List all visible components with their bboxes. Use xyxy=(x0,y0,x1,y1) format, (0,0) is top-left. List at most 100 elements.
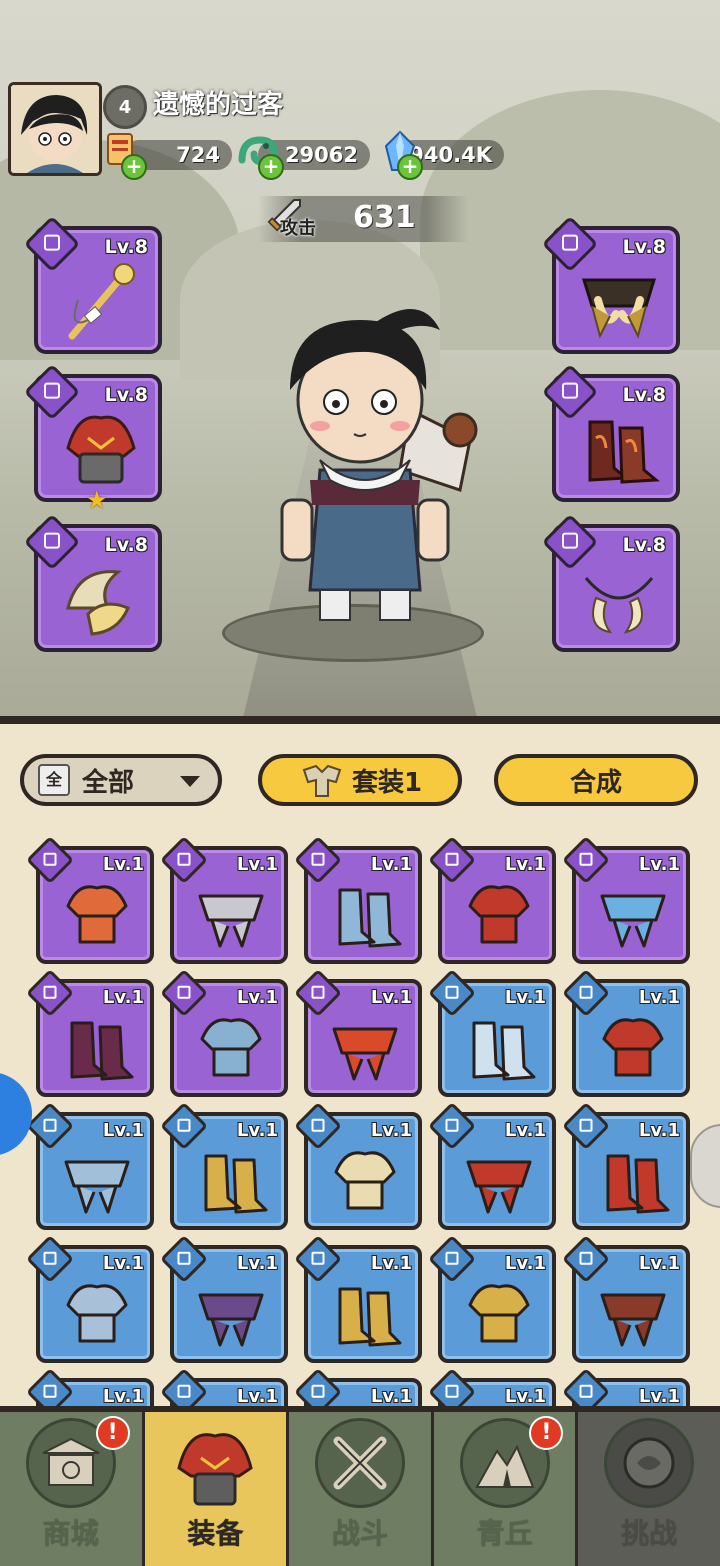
item-level: Lv.1 xyxy=(638,1386,680,1407)
flame-boots-icon xyxy=(588,420,660,484)
bottom-navigation: 商城 ! 装备 战斗 青丘 ! 挑战 xyxy=(0,1406,720,1566)
add-crystal-button[interactable]: + xyxy=(397,154,423,180)
equip-slot-shoulder[interactable]: Lv.8 xyxy=(23,513,162,652)
flame-helmet-icon xyxy=(602,1018,664,1077)
item-level: Lv.1 xyxy=(370,854,412,875)
inventory-item[interactable]: Lv.1 xyxy=(293,968,422,1097)
item-level: Lv.1 xyxy=(504,1120,546,1141)
tab-equipment[interactable]: 装备 xyxy=(144,1412,290,1566)
equip-slot-belt[interactable]: Lv.8 xyxy=(541,215,680,354)
inventory-item[interactable]: Lv.1 xyxy=(293,1234,422,1363)
fang-necklace-icon xyxy=(584,577,654,634)
inventory-item[interactable]: Lv.1 xyxy=(561,1101,690,1230)
attack-label: 攻击 xyxy=(280,218,316,239)
star-icon: ★ xyxy=(86,486,108,514)
add-coupon-button[interactable]: + xyxy=(121,154,147,180)
item-level: Lv.1 xyxy=(102,987,144,1008)
alert-badge: ! xyxy=(95,1416,130,1450)
inventory-item[interactable]: Lv.1 xyxy=(293,1101,422,1230)
slot-level: Lv.8 xyxy=(622,236,666,258)
hero-character xyxy=(280,308,478,621)
inventory-item[interactable]: Lv.1 xyxy=(25,968,154,1097)
item-level: Lv.1 xyxy=(370,1253,412,1274)
item-level: Lv.1 xyxy=(370,1386,412,1407)
ice-pauldron-icon xyxy=(600,894,666,948)
item-level: Lv.1 xyxy=(370,987,412,1008)
tab-label: 装备 xyxy=(187,1517,244,1550)
player-avatar[interactable] xyxy=(8,82,102,176)
dark-pauldron-icon xyxy=(70,1021,134,1081)
inventory-item[interactable]: Lv.1 xyxy=(25,1101,154,1230)
chevron-down-icon xyxy=(180,776,200,787)
merge-label: 合成 xyxy=(569,767,622,798)
inventory-item[interactable]: Lv.1 xyxy=(25,835,154,964)
ice-helmet-icon xyxy=(338,888,402,948)
item-level: Lv.1 xyxy=(102,1253,144,1274)
equip-slot-helmet[interactable]: Lv.8 ★ xyxy=(23,363,162,514)
crossed-swords-icon xyxy=(314,1418,405,1508)
inventory-item[interactable]: Lv.1 xyxy=(561,1234,690,1363)
tab-label: 商城 xyxy=(42,1517,99,1550)
helmet-icon xyxy=(173,1424,257,1508)
tab-challenge[interactable]: 挑战 xyxy=(578,1412,720,1566)
filter-dropdown[interactable]: 全 全部 xyxy=(20,754,222,806)
inventory-item[interactable]: Lv.1 xyxy=(427,1234,556,1363)
tab-battle[interactable]: 战斗 xyxy=(289,1412,434,1566)
golden-staff-icon xyxy=(68,263,135,340)
stone-hammer-icon xyxy=(198,894,264,948)
flame-belt-icon xyxy=(606,1154,670,1214)
flame-belt-icon xyxy=(466,1160,532,1214)
filter-label: 全部 xyxy=(82,767,135,798)
slot-level: Lv.8 xyxy=(622,384,666,406)
tab-shop[interactable]: 商城 ! xyxy=(0,1412,145,1566)
inventory-item[interactable]: Lv.1 xyxy=(159,968,288,1097)
locked-orb-icon xyxy=(604,1418,695,1508)
ice-belt-icon xyxy=(66,1284,128,1343)
inventory-item[interactable]: Lv.1 xyxy=(427,835,556,964)
item-level: Lv.1 xyxy=(504,1386,546,1407)
equip-slot-boots[interactable]: Lv.8 xyxy=(541,363,680,502)
horn-belt-icon xyxy=(468,1284,530,1343)
equip-slot-necklace[interactable]: Lv.8 xyxy=(541,513,680,652)
tab-qingqiu[interactable]: 青丘 ! xyxy=(434,1412,579,1566)
equip-slot-weapon[interactable]: Lv.8 xyxy=(23,215,162,354)
ice-helmet-icon xyxy=(64,1160,130,1214)
item-level: Lv.1 xyxy=(102,854,144,875)
inventory-item[interactable]: Lv.1 xyxy=(25,1234,154,1363)
inventory-item[interactable]: Lv.1 xyxy=(293,835,422,964)
flame-staff-icon xyxy=(66,885,128,944)
item-level: Lv.1 xyxy=(638,854,680,875)
inventory-item[interactable]: Lv.1 xyxy=(159,1101,288,1230)
attack-value: 631 xyxy=(353,200,416,235)
player-name: 遗憾的过客 xyxy=(153,90,284,120)
set-label: 套装1 xyxy=(351,767,423,798)
inventory-item[interactable]: Lv.1 xyxy=(159,835,288,964)
golden-armor-icon xyxy=(204,1154,268,1214)
bow-icon xyxy=(472,1021,536,1081)
inventory-item[interactable]: Lv.1 xyxy=(561,968,690,1097)
item-level: Lv.1 xyxy=(236,854,278,875)
equipment-set-button[interactable]: 套装1 xyxy=(258,754,462,806)
fur-pauldron-icon xyxy=(334,1151,396,1210)
inventory-item[interactable]: Lv.1 xyxy=(561,835,690,964)
flame-orb-icon xyxy=(332,1027,398,1081)
slot-level: Lv.8 xyxy=(104,384,148,406)
player-level-badge: 4 xyxy=(103,85,147,129)
item-level: Lv.1 xyxy=(102,1120,144,1141)
item-level: Lv.1 xyxy=(638,1120,680,1141)
item-level: Lv.1 xyxy=(236,1120,278,1141)
inventory-item[interactable]: Lv.1 xyxy=(427,968,556,1097)
inventory-item[interactable]: Lv.1 xyxy=(159,1234,288,1363)
add-jade-button[interactable]: + xyxy=(258,154,284,180)
alert-badge: ! xyxy=(529,1416,564,1450)
slot-level: Lv.8 xyxy=(104,534,148,556)
merge-button[interactable]: 合成 xyxy=(494,754,698,806)
horn-belt-icon xyxy=(581,278,657,339)
item-level: Lv.1 xyxy=(504,1253,546,1274)
fur-pauldron-icon xyxy=(66,570,130,636)
tab-label: 青丘 xyxy=(476,1517,533,1550)
horn-belt-icon xyxy=(338,1287,402,1347)
slot-level: Lv.8 xyxy=(622,534,666,556)
inventory-item[interactable]: Lv.1 xyxy=(427,1101,556,1230)
item-level: Lv.1 xyxy=(236,987,278,1008)
